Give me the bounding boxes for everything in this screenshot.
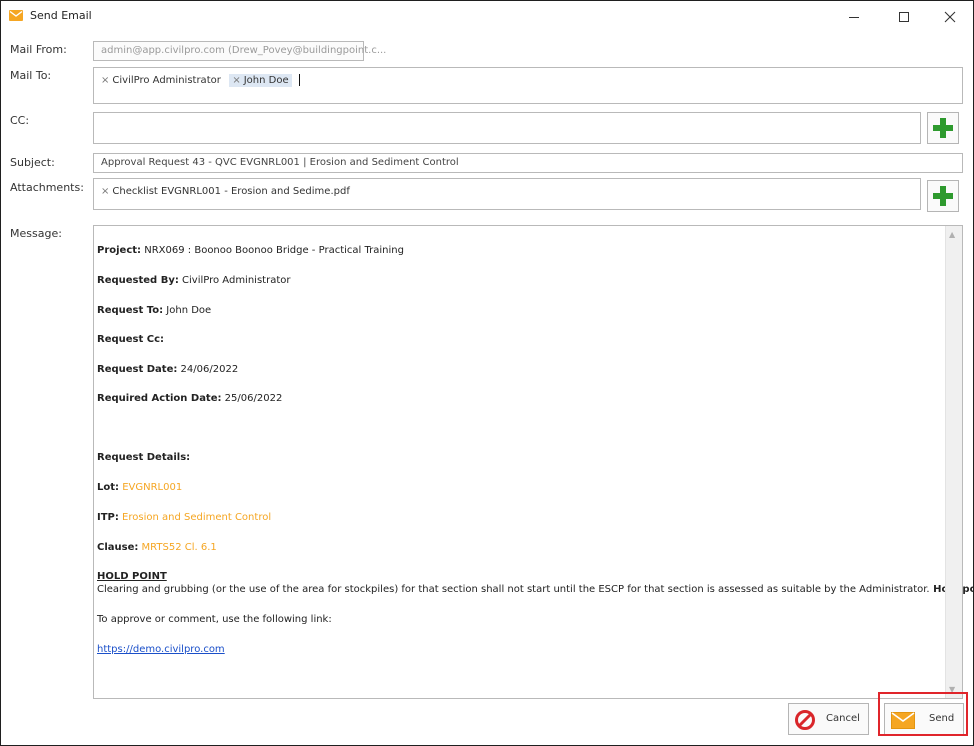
message-scrollbar[interactable]: ▲ ▼: [945, 226, 962, 698]
details-heading: Request Details:: [97, 452, 191, 463]
remove-icon[interactable]: ×: [232, 75, 240, 86]
request-to-line: Request To: John Doe: [97, 305, 212, 316]
approval-link[interactable]: https://demo.civilpro.com: [97, 644, 225, 655]
minimize-button[interactable]: [831, 1, 877, 33]
plus-icon: [933, 186, 953, 206]
close-button[interactable]: [927, 1, 973, 33]
maximize-button[interactable]: [881, 1, 927, 33]
clause-line: Clause: MRTS52 Cl. 6.1: [97, 542, 217, 553]
cancel-button[interactable]: Cancel: [788, 703, 869, 735]
request-cc-line: Request Cc:: [97, 334, 165, 345]
add-attachment-button[interactable]: [927, 180, 959, 212]
window-title: Send Email: [30, 9, 92, 22]
attachment-token[interactable]: × Checklist EVGNRL001 - Erosion and Sedim…: [98, 185, 353, 198]
attachments-field[interactable]: × Checklist EVGNRL001 - Erosion and Sedim…: [93, 178, 921, 210]
cc-field[interactable]: [93, 112, 921, 144]
mail-to-label: Mail To:: [10, 69, 52, 82]
subject-label: Subject:: [10, 156, 55, 169]
prohibited-icon: [794, 709, 816, 734]
remove-icon[interactable]: ×: [101, 75, 109, 86]
hold-point-text: Clearing and grubbing (or the use of the…: [97, 584, 974, 595]
attachments-label: Attachments:: [10, 181, 84, 194]
approve-instruction: To approve or comment, use the following…: [97, 614, 332, 625]
recipient-token[interactable]: × CivilPro Administrator: [98, 74, 224, 87]
required-action-line: Required Action Date: 25/06/2022: [97, 393, 283, 404]
requested-by-line: Requested By: CivilPro Administrator: [97, 275, 291, 286]
title-bar: Send Email: [1, 1, 973, 33]
message-editor[interactable]: Project: NRX069 : Boonoo Boonoo Bridge -…: [93, 225, 974, 699]
message-label: Message:: [10, 227, 62, 240]
send-email-window: Send Email Mail From: admin@app.civilpro…: [0, 0, 974, 746]
recipient-token[interactable]: × John Doe: [229, 74, 292, 87]
itp-line: ITP: Erosion and Sediment Control: [97, 512, 272, 523]
subject-field[interactable]: Approval Request 43 - QVC EVGNRL001 | Er…: [93, 153, 963, 173]
approval-link-line: https://demo.civilpro.com: [97, 644, 225, 655]
hold-point-heading: HOLD POINT: [97, 571, 167, 582]
cc-label: CC:: [10, 114, 30, 127]
scroll-up-icon[interactable]: ▲: [949, 230, 955, 239]
lot-line: Lot: EVGNRL001: [97, 482, 183, 493]
plus-icon: [933, 118, 953, 138]
mail-from-label: Mail From:: [10, 43, 67, 56]
request-date-line: Request Date: 24/06/2022: [97, 364, 239, 375]
email-icon: [9, 10, 23, 21]
remove-icon[interactable]: ×: [101, 186, 109, 197]
text-caret: [299, 74, 301, 86]
send-highlight-box: [878, 692, 968, 736]
project-line: Project: NRX069 : Boonoo Boonoo Bridge -…: [97, 245, 404, 256]
mail-to-field[interactable]: × CivilPro Administrator × John Doe: [93, 67, 963, 104]
add-cc-button[interactable]: [927, 112, 959, 144]
mail-from-field: admin@app.civilpro.com (Drew_Povey@build…: [93, 41, 386, 61]
